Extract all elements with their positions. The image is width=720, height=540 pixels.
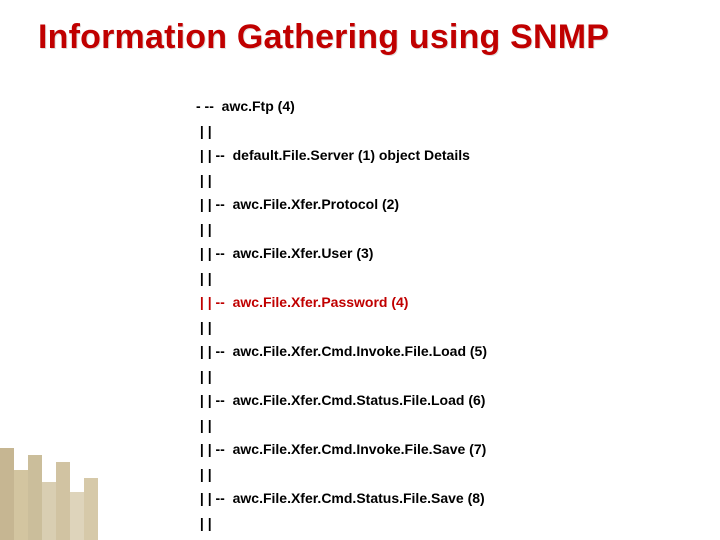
tree-prefix: | | --	[196, 392, 233, 408]
tree-line: - -- awc.Ftp (4)	[196, 94, 487, 119]
tree-prefix: | | --	[196, 441, 233, 457]
tree-prefix: | | --	[196, 294, 233, 310]
tree-line: | | -- awc.File.Xfer.Cmd.Status.File.Loa…	[196, 388, 487, 413]
tree-prefix: | |	[196, 270, 212, 286]
tree-label: awc.File.Xfer.Cmd.Status.File.Save (8)	[233, 490, 485, 506]
tree-line: | | -- awc.File.Xfer.Cmd.Invoke.File.Loa…	[196, 339, 487, 364]
tree-prefix: | |	[196, 515, 212, 531]
tree-line: | | -- awc.File.Xfer.Cmd.Status.File.Sav…	[196, 486, 487, 511]
tree-line: | |	[196, 168, 487, 193]
tree-line: | |	[196, 315, 487, 340]
tree-line: | |	[196, 119, 487, 144]
tree-prefix: | | --	[196, 147, 233, 163]
tree-line: | | -- awc.File.Xfer.Protocol (2)	[196, 192, 487, 217]
tree-line: | | -- awc.File.Xfer.Cmd.Invoke.File.Sav…	[196, 437, 487, 462]
tree-label: default.File.Server (1) object Details	[233, 147, 470, 163]
tree-line: | |	[196, 462, 487, 487]
tree-line: | |	[196, 266, 487, 291]
tree-prefix: | | --	[196, 490, 233, 506]
tree-prefix: | |	[196, 123, 212, 139]
tree-label: awc.File.Xfer.Cmd.Invoke.File.Save (7)	[233, 441, 487, 457]
tree-line: | |	[196, 413, 487, 438]
tree-label: awc.Ftp (4)	[222, 98, 295, 114]
tree-prefix: | | --	[196, 196, 233, 212]
tree-line: | |	[196, 217, 487, 242]
tree-prefix: | |	[196, 221, 212, 237]
corner-decoration	[0, 444, 112, 540]
tree-label: awc.File.Xfer.Cmd.Status.File.Load (6)	[233, 392, 486, 408]
tree-prefix: | | --	[196, 245, 233, 261]
tree-prefix: | |	[196, 368, 212, 384]
tree-line: | |	[196, 364, 487, 389]
tree-label: awc.File.Xfer.Protocol (2)	[233, 196, 400, 212]
tree-prefix: | |	[196, 417, 212, 433]
tree-label: awc.File.Xfer.User (3)	[233, 245, 374, 261]
tree-label: awc.File.Xfer.Cmd.Invoke.File.Load (5)	[233, 343, 487, 359]
tree-label: awc.File.Xfer.Password (4)	[233, 294, 409, 310]
tree-line: | | -- ...	[196, 535, 487, 540]
tree-prefix: | |	[196, 466, 212, 482]
tree-prefix: | | --	[196, 343, 233, 359]
tree-line: | |	[196, 511, 487, 536]
tree-prefix: - --	[196, 98, 222, 114]
tree-prefix: | |	[196, 319, 212, 335]
mib-tree: - -- awc.Ftp (4) | | | | -- default.File…	[196, 94, 487, 540]
slide-title: Information Gathering using SNMP	[38, 18, 609, 57]
tree-line: | | -- awc.File.Xfer.Password (4)	[196, 290, 487, 315]
tree-line: | | -- default.File.Server (1) object De…	[196, 143, 487, 168]
tree-prefix: | |	[196, 172, 212, 188]
tree-line: | | -- awc.File.Xfer.User (3)	[196, 241, 487, 266]
